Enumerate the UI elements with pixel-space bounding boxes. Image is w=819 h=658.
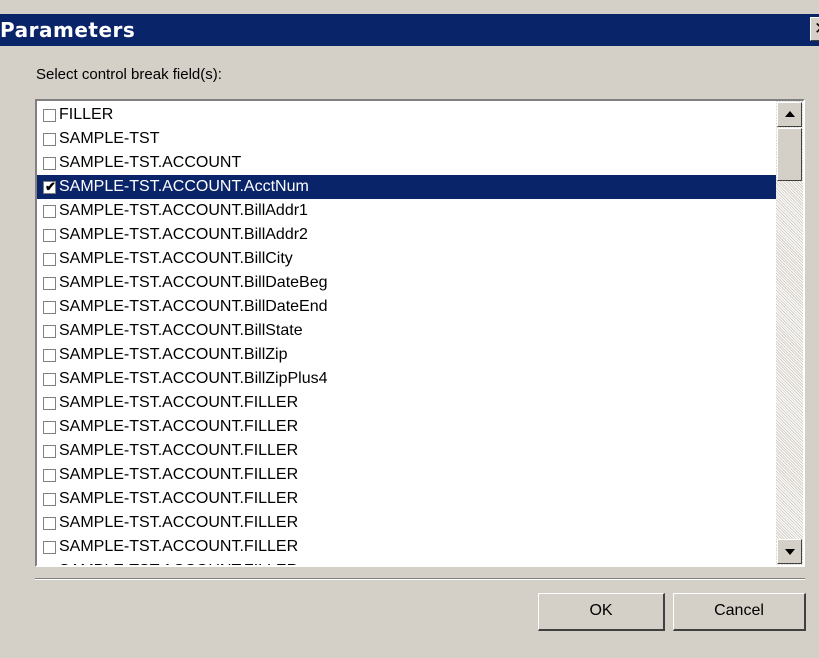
field-list-item[interactable]: SAMPLE-TST.ACCOUNT.BillZipPlus4 [37, 367, 776, 391]
field-list-item[interactable]: SAMPLE-TST.ACCOUNT.BillState [37, 319, 776, 343]
field-checkbox[interactable] [43, 109, 56, 122]
field-list-item[interactable]: SAMPLE-TST.ACCOUNT.FILLER [37, 415, 776, 439]
field-list-item[interactable]: SAMPLE-TST.ACCOUNT.BillAddr2 [37, 223, 776, 247]
field-list-item[interactable]: SAMPLE-TST.ACCOUNT.FILLER [37, 487, 776, 511]
field-checkbox[interactable] [43, 373, 56, 386]
field-list-item[interactable]: SAMPLE-TST.ACCOUNT.FILLER [37, 391, 776, 415]
field-checkbox[interactable] [43, 493, 56, 506]
scrollbar-thumb[interactable] [777, 128, 802, 181]
field-label: SAMPLE-TST.ACCOUNT.BillState [59, 322, 303, 339]
field-label: SAMPLE-TST.ACCOUNT.BillZipPlus4 [59, 370, 328, 387]
field-label: SAMPLE-TST.ACCOUNT.AcctNum [59, 178, 309, 195]
field-label: SAMPLE-TST.ACCOUNT.FILLER [59, 466, 299, 483]
field-label: SAMPLE-TST.ACCOUNT.FILLER [59, 418, 299, 435]
field-list-item[interactable]: SAMPLE-TST.ACCOUNT.FILLER [37, 463, 776, 487]
field-label: SAMPLE-TST.ACCOUNT.BillDateBeg [59, 274, 328, 291]
field-checkbox[interactable] [43, 301, 56, 314]
parameters-dialog: Parameters ✕ Select control break field(… [0, 0, 819, 658]
field-checkbox[interactable] [43, 229, 56, 242]
field-label: SAMPLE-TST.ACCOUNT.FILLER [59, 559, 298, 565]
field-list-item[interactable]: SAMPLE-TST.ACCOUNT [37, 151, 776, 175]
divider [35, 578, 805, 580]
field-label: SAMPLE-TST.ACCOUNT.BillAddr1 [59, 202, 308, 219]
control-break-field-list[interactable]: FILLER SAMPLE-TST SAMPLE-TST.ACCOUNT ✔ SAMPL… [35, 99, 805, 567]
field-checkbox[interactable] [43, 565, 56, 567]
scroll-up-button[interactable] [777, 102, 802, 127]
field-checkbox[interactable] [43, 397, 56, 410]
field-list-items: FILLER SAMPLE-TST SAMPLE-TST.ACCOUNT ✔ SAMPL… [37, 103, 776, 567]
up-arrow-icon [785, 111, 795, 117]
field-list-item[interactable]: SAMPLE-TST.ACCOUNT.FILLER [37, 559, 776, 567]
field-checkbox[interactable] [43, 421, 56, 434]
field-list-item[interactable]: SAMPLE-TST [37, 127, 776, 151]
cancel-button[interactable]: Cancel [673, 593, 806, 631]
field-checkbox[interactable] [43, 469, 56, 482]
checkmark-icon: ✔ [45, 179, 56, 194]
field-checkbox[interactable] [43, 541, 56, 554]
field-selection-prompt: Select control break field(s): [36, 66, 222, 83]
field-list-item[interactable]: FILLER [37, 103, 776, 127]
field-list-item[interactable]: SAMPLE-TST.ACCOUNT.BillAddr1 [37, 199, 776, 223]
field-checkbox[interactable] [43, 277, 56, 290]
field-list-item[interactable]: SAMPLE-TST.ACCOUNT.FILLER [37, 439, 776, 463]
field-label: SAMPLE-TST.ACCOUNT.FILLER [59, 442, 299, 459]
field-checkbox[interactable] [43, 349, 56, 362]
field-label: SAMPLE-TST.ACCOUNT [59, 154, 242, 171]
field-label: SAMPLE-TST.ACCOUNT.BillDateEnd [59, 298, 328, 315]
field-checkbox[interactable] [43, 157, 56, 170]
field-list-item[interactable]: SAMPLE-TST.ACCOUNT.BillDateBeg [37, 271, 776, 295]
field-label: SAMPLE-TST.ACCOUNT.BillCity [59, 250, 293, 267]
field-list-item[interactable]: SAMPLE-TST.ACCOUNT.FILLER [37, 535, 776, 559]
field-label: SAMPLE-TST.ACCOUNT.FILLER [59, 514, 299, 531]
field-checkbox[interactable] [43, 517, 56, 530]
field-checkbox[interactable] [43, 445, 56, 458]
field-label: SAMPLE-TST.ACCOUNT.BillZip [59, 346, 288, 363]
field-list-item[interactable]: SAMPLE-TST.ACCOUNT.FILLER [37, 511, 776, 535]
vertical-scrollbar[interactable] [776, 101, 803, 565]
field-list-item[interactable]: SAMPLE-TST.ACCOUNT.BillZip [37, 343, 776, 367]
field-list-item[interactable]: SAMPLE-TST.ACCOUNT.BillCity [37, 247, 776, 271]
field-label: SAMPLE-TST.ACCOUNT.FILLER [59, 490, 299, 507]
title-bar: Parameters ✕ [0, 14, 819, 46]
down-arrow-icon [785, 549, 795, 555]
close-icon: ✕ [814, 19, 819, 39]
field-label: SAMPLE-TST.ACCOUNT.FILLER [59, 538, 299, 555]
close-button[interactable]: ✕ [810, 17, 819, 41]
scroll-down-button[interactable] [777, 539, 802, 564]
field-checkbox[interactable] [43, 253, 56, 266]
field-label: SAMPLE-TST.ACCOUNT.FILLER [59, 394, 299, 411]
field-label: SAMPLE-TST.ACCOUNT.BillAddr2 [59, 226, 308, 243]
field-label: FILLER [59, 106, 114, 123]
ok-button[interactable]: OK [538, 593, 665, 631]
field-checkbox[interactable] [43, 325, 56, 338]
field-checkbox[interactable]: ✔ [43, 179, 56, 194]
field-checkbox[interactable] [43, 205, 56, 218]
window-title: Parameters [0, 18, 136, 42]
field-label: SAMPLE-TST [59, 130, 160, 147]
field-checkbox[interactable] [43, 133, 56, 146]
field-list-item[interactable]: ✔ SAMPLE-TST.ACCOUNT.AcctNum [37, 175, 776, 199]
field-list-item[interactable]: SAMPLE-TST.ACCOUNT.BillDateEnd [37, 295, 776, 319]
